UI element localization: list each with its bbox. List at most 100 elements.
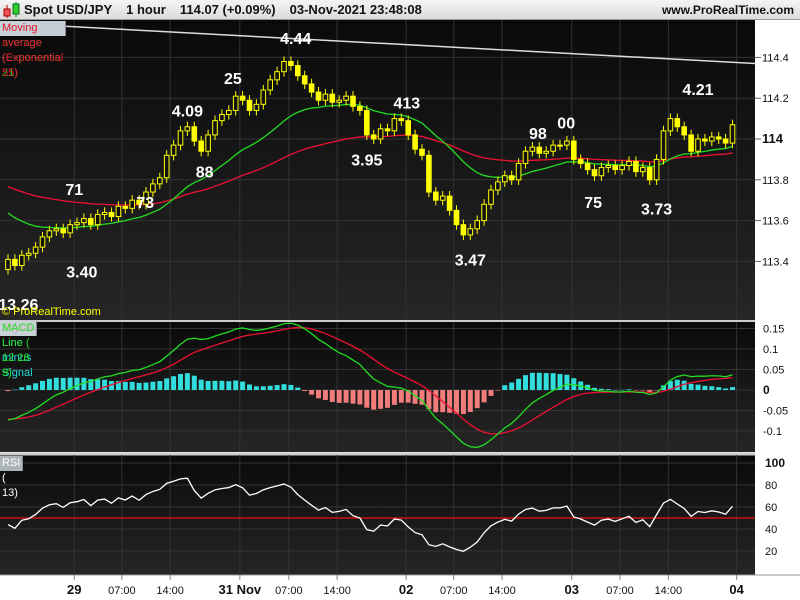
macd-histogram-bar [626,389,632,390]
candle-body [426,154,432,193]
candle-body [364,109,370,136]
candle-body [529,146,536,152]
macd-histogram-bar [136,382,142,390]
candle-body [377,128,384,140]
price-tick-label: 113.6 [762,216,789,228]
x-tick-label: 14:00 [323,585,351,597]
macd-histogram-bar [260,386,266,390]
candle-body [253,103,260,111]
candle-body [67,224,73,234]
x-tick-label: 14:00 [156,585,184,597]
x-tick-label: 03 [564,582,578,597]
candle-body [715,136,722,140]
candle-body [619,165,625,171]
candle-body [350,95,356,107]
candle-body [198,140,204,152]
macd-histogram-bar [233,380,239,390]
candle-body [439,195,446,201]
x-tick-label: 14:00 [655,585,683,597]
candle-body [336,99,342,103]
price-annotation: 00 [557,116,575,133]
candle-body [281,60,287,73]
candle-body [564,140,570,146]
macd-histogram-bar [523,375,528,390]
macd-histogram-bar [695,384,701,390]
x-tick-label: 02 [399,582,413,597]
price-annotation: 98 [529,126,547,143]
macd-histogram-bar [598,388,604,390]
macd-histogram-bar [460,390,466,415]
candle-body [460,224,467,236]
candle-body [722,138,729,144]
candle-body [674,118,681,128]
price-annotation: 413 [393,95,420,112]
price-annotation: 4.09 [172,103,203,120]
candle-body [488,189,494,205]
price-chart[interactable]: 29 07:00 14:00 31 Nov 07:00 14:00 02 07:00 14:00… [0,0,800,600]
macd-histogram-bar [171,376,177,390]
price-annotation: 75 [584,195,602,212]
macd-histogram-bar [536,372,542,390]
candle-body [646,167,653,181]
macd-histogram-bar [19,387,25,390]
candle-body [19,254,25,266]
macd-histogram-bar [302,390,308,391]
macd-histogram-bar [640,390,646,391]
rsi-tick-label: 40 [765,524,777,536]
price-tick-label: 113.8 [762,175,789,187]
candle-body [550,144,556,152]
macd-histogram-bar [488,390,494,396]
legend-item: RSI ( 13) [0,456,24,499]
candle-body [702,138,708,142]
candle-body [205,134,211,152]
macd-histogram-bar [467,390,473,412]
candle-body [446,195,453,211]
candle-body [343,95,349,101]
macd-histogram-bar [46,378,52,390]
candle-body [301,75,308,85]
macd-histogram-bar [516,378,522,390]
candle-body [60,228,67,234]
candle-body [115,205,122,218]
price-tick-label: 114 [762,131,784,146]
legend-item: Moving average (Exponential 55) [0,21,67,79]
candle [426,150,432,198]
x-tick-label: 29 [67,582,81,597]
price-annotation: 73 [136,195,154,212]
macd-histogram-bar [74,377,80,390]
rsi-tick-label: 80 [765,480,777,492]
candle-body [212,120,218,136]
rsi-tick-label: 60 [765,502,777,514]
candle-body [108,211,115,218]
candle-body [709,136,715,142]
price-tick-label: 114.2 [762,93,789,105]
macd-tick-label: 0 [763,383,770,397]
macd-histogram-bar [371,390,377,410]
candle-body [157,177,163,185]
candle-body [515,162,522,181]
macd-histogram-bar [40,380,45,390]
macd-histogram-bar [309,390,315,395]
candle-body [177,130,184,146]
macd-histogram-bar [274,385,280,390]
x-tick-label: 14:00 [488,585,516,597]
candle-body [474,220,480,230]
candle-body [370,134,377,140]
macd-histogram-bar [350,390,356,404]
macd-histogram-bar [102,379,108,390]
candle-body [405,120,411,136]
price-annotation: 25 [224,71,242,88]
macd-histogram-bar [343,390,349,403]
price-annotation: 3.95 [351,152,382,169]
macd-histogram-bar [605,389,611,390]
candle [364,105,370,141]
rsi-tick-label: 20 [765,546,777,558]
candle-body [640,167,646,173]
macd-histogram-bar [633,390,639,391]
macd-histogram-bar [53,377,59,390]
macd-histogram-bar [647,390,653,392]
candle-body [295,65,301,77]
candle-body [695,138,701,152]
candle-body [5,258,11,271]
candle-body [412,134,418,150]
